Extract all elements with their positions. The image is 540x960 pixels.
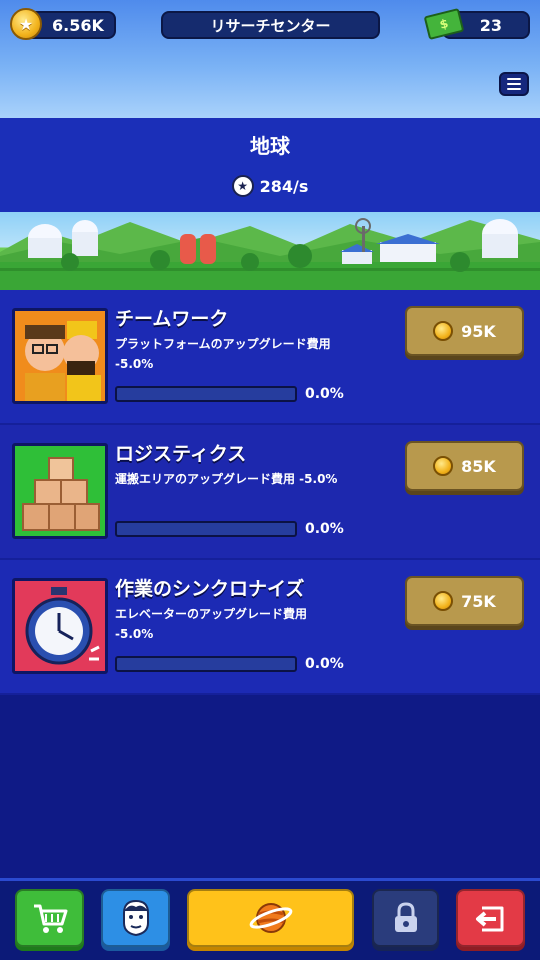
- research-rate: ★ 284/s: [0, 175, 540, 197]
- observatory-right: [482, 219, 518, 258]
- coin-icon: [433, 456, 454, 476]
- research-item-synchronize: 作業のシンクロナイズ エレベーターのアップグレード費用 -5.0% 0.0% 7…: [0, 560, 540, 695]
- coin-icon: ★: [10, 8, 42, 40]
- research-title: 作業のシンクロナイズ: [115, 578, 305, 600]
- research-title: ロジスティクス: [115, 443, 247, 465]
- back-button[interactable]: [456, 889, 525, 947]
- research-description: プラットフォームのアップグレード費用 -5.0%: [115, 337, 331, 371]
- research-progress-label: 0.0%: [305, 656, 344, 672]
- shop-button[interactable]: [15, 889, 84, 947]
- planet-icon: [249, 903, 292, 933]
- research-point-icon: ★: [231, 175, 254, 197]
- cart-icon: [33, 904, 67, 933]
- buy-research-button[interactable]: 95K: [405, 306, 524, 356]
- teamwork-thumbnail: [12, 308, 108, 404]
- research-price: 75K: [461, 591, 496, 611]
- workers-icon: [15, 311, 105, 401]
- stopwatch-icon: [15, 581, 105, 671]
- buy-research-button[interactable]: 75K: [405, 576, 524, 626]
- planet-landscape: [0, 212, 540, 290]
- research-item-logistics: ロジスティクス 運搬エリアのアップグレード費用 -5.0% 0.0% 85K: [0, 425, 540, 560]
- research-price: 95K: [461, 321, 496, 341]
- planet-name: 地球: [250, 134, 290, 158]
- research-item-teamwork: チームワーク プラットフォームのアップグレード費用 -5.0% 0.0% 95K: [0, 290, 540, 425]
- boxes-icon: [15, 446, 105, 536]
- bottom-navigation: [0, 878, 540, 960]
- research-button[interactable]: [187, 889, 354, 947]
- logistics-thumbnail: [12, 443, 108, 539]
- coins-value: 6.56K: [52, 15, 104, 35]
- menu-button[interactable]: [499, 72, 529, 96]
- research-description: 運搬エリアのアップグレード費用 -5.0%: [115, 472, 338, 486]
- landscape-illustration: [0, 218, 540, 290]
- research-rate-value: 284/s: [259, 176, 309, 196]
- locked-button[interactable]: [372, 889, 439, 947]
- research-progress-label: 0.0%: [305, 521, 344, 537]
- research-list: チームワーク プラットフォームのアップグレード費用 -5.0% 0.0% 95K…: [0, 290, 540, 695]
- buy-research-button[interactable]: 85K: [405, 441, 524, 491]
- coin-icon: [433, 591, 454, 611]
- research-progress-label: 0.0%: [305, 386, 344, 402]
- lock-icon: [394, 902, 417, 932]
- research-description: エレベーターのアップグレード費用 -5.0%: [115, 607, 308, 641]
- research-progress-bar: [115, 521, 297, 537]
- research-title: チームワーク: [115, 308, 229, 330]
- manager-face-icon: [122, 899, 149, 937]
- synchronize-thumbnail: [12, 578, 108, 674]
- coin-icon: [433, 321, 454, 341]
- managers-button[interactable]: [101, 889, 170, 947]
- research-progress-bar: [115, 386, 297, 402]
- research-progress-bar: [115, 656, 297, 672]
- cash-value: 23: [479, 15, 502, 35]
- screen-title: リサーチセンター: [161, 11, 380, 39]
- research-price: 85K: [461, 456, 496, 476]
- return-icon: [475, 906, 503, 932]
